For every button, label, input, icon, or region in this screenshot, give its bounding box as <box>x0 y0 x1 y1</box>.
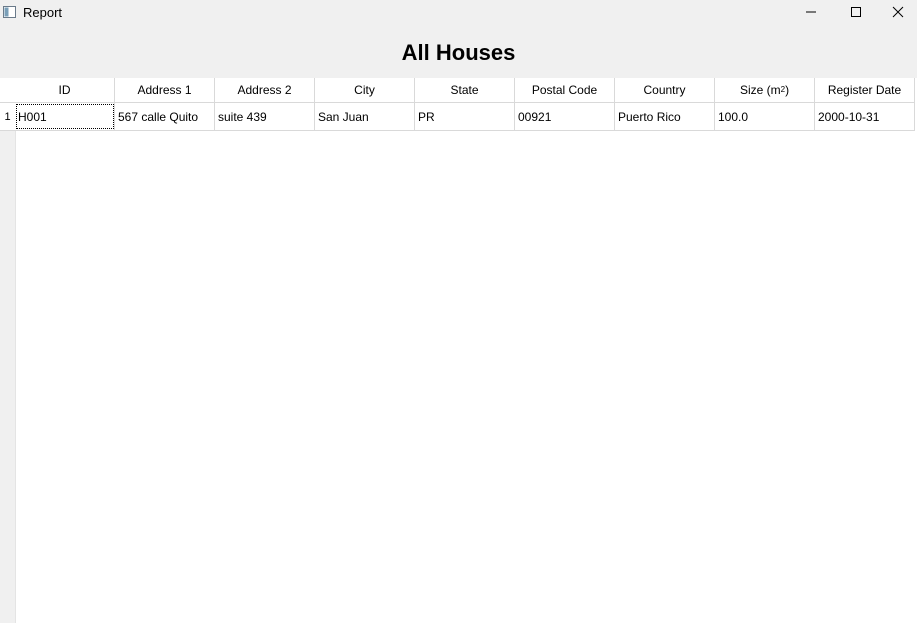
size-label-suffix: ) <box>785 83 790 97</box>
column-header-state[interactable]: State <box>415 78 515 102</box>
houses-table[interactable]: ID Address 1 Address 2 City State Postal… <box>0 78 917 623</box>
cell-id[interactable]: H001 <box>15 103 115 130</box>
cell-city[interactable]: San Juan <box>315 103 415 130</box>
column-header-register-date[interactable]: Register Date <box>815 78 915 102</box>
table-header-row: ID Address 1 Address 2 City State Postal… <box>15 78 915 103</box>
column-header-address1[interactable]: Address 1 <box>115 78 215 102</box>
minimize-icon <box>805 6 817 21</box>
cell-country[interactable]: Puerto Rico <box>615 103 715 130</box>
page-title: All Houses <box>401 40 516 65</box>
table-row[interactable]: H001 567 calle Quito suite 439 San Juan … <box>15 103 915 131</box>
row-header-column <box>0 78 16 623</box>
title-bar: Report <box>0 0 917 26</box>
app-window-icon <box>3 6 16 18</box>
cell-state[interactable]: PR <box>415 103 515 130</box>
minimize-button[interactable] <box>788 0 834 26</box>
column-header-size[interactable]: Size (m 2) <box>715 78 815 102</box>
column-header-address2[interactable]: Address 2 <box>215 78 315 102</box>
cell-address1[interactable]: 567 calle Quito <box>115 103 215 130</box>
column-header-country[interactable]: Country <box>615 78 715 102</box>
cell-postal-code[interactable]: 00921 <box>515 103 615 130</box>
maximize-button[interactable] <box>833 0 879 26</box>
column-header-postal-code[interactable]: Postal Code <box>515 78 615 102</box>
close-button[interactable] <box>878 0 917 26</box>
maximize-icon <box>850 6 862 21</box>
close-icon <box>892 6 904 21</box>
column-header-city[interactable]: City <box>315 78 415 102</box>
cell-size[interactable]: 100.0 <box>715 103 815 130</box>
column-header-id[interactable]: ID <box>15 78 115 102</box>
cell-register-date[interactable]: 2000-10-31 <box>815 103 915 130</box>
cell-address2[interactable]: suite 439 <box>215 103 315 130</box>
row-number[interactable]: 1 <box>0 103 16 131</box>
window-title: Report <box>23 5 63 20</box>
table-corner-button[interactable] <box>0 78 16 103</box>
column-header-size-label: Size (m <box>739 83 781 97</box>
